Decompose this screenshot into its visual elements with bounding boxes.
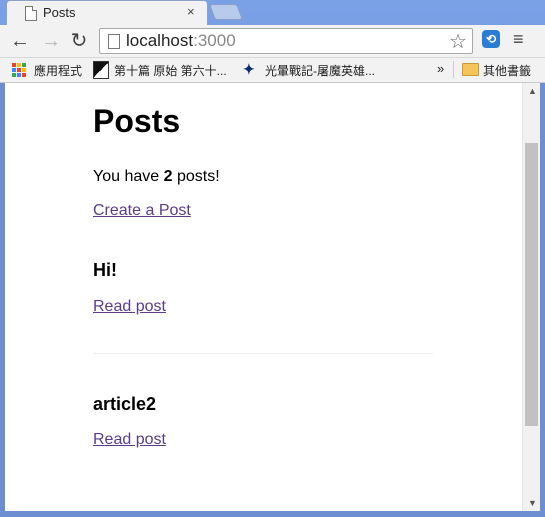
count-prefix: You have — [93, 168, 164, 185]
url-port: :3000 — [193, 31, 236, 50]
browser-tab[interactable]: Posts × — [6, 0, 208, 26]
post-title: Hi! — [93, 260, 117, 280]
folder-icon — [462, 63, 479, 76]
scroll-thumb[interactable] — [525, 143, 538, 426]
post-title: article2 — [93, 394, 157, 414]
apps-icon[interactable] — [12, 63, 26, 77]
bookmarks-bar: 應用程式 第十篇 原始 第六十... ✦ 光暈戰記-屠魔英雄... » 其他書籤 — [0, 58, 545, 83]
url-text: localhost:3000 — [126, 31, 236, 51]
forward-button[interactable]: → — [39, 29, 63, 53]
post-divider — [93, 353, 433, 354]
scroll-up-arrow-icon[interactable]: ▲ — [528, 86, 537, 96]
menu-icon[interactable]: ≡ — [513, 29, 524, 50]
bookmark-favicon-icon — [93, 61, 109, 79]
address-bar[interactable]: localhost:3000 ☆ — [99, 28, 473, 54]
browser-window: Posts × ← → ↻ localhost:3000 ☆ ⟲ ≡ 應用程式 … — [0, 0, 545, 517]
bookmark-other[interactable]: 其他書籤 — [483, 62, 531, 78]
new-tab-button[interactable] — [209, 4, 243, 20]
back-button[interactable]: ← — [8, 29, 32, 53]
post-count-line: You have 2 posts! — [93, 168, 220, 186]
close-icon[interactable]: × — [187, 4, 195, 19]
vertical-scrollbar[interactable]: ▲ ▼ — [522, 83, 541, 511]
count-suffix: posts! — [172, 168, 220, 185]
page-icon — [108, 34, 120, 49]
reload-button[interactable]: ↻ — [67, 29, 91, 53]
bookmark-favicon-icon: ✦ — [243, 61, 255, 77]
window-frame-bottom — [0, 511, 545, 517]
bookmarks-more-button[interactable]: » — [437, 61, 444, 76]
page-viewport: Posts You have 2 posts! Create a Post Hi… — [5, 83, 522, 511]
read-post-link[interactable]: Read post — [93, 431, 166, 449]
url-host: localhost — [126, 31, 194, 50]
create-post-link[interactable]: Create a Post — [93, 202, 191, 220]
star-icon[interactable]: ☆ — [449, 29, 467, 54]
read-post-link[interactable]: Read post — [93, 298, 166, 316]
page-title: Posts — [93, 103, 181, 139]
bookmark-item-2[interactable]: 光暈戰記-屠魔英雄... — [265, 62, 375, 78]
scroll-down-arrow-icon[interactable]: ▼ — [528, 498, 537, 508]
bookmarks-divider — [453, 61, 454, 78]
tab-title: Posts — [43, 5, 76, 20]
document-icon — [25, 6, 37, 21]
browser-toolbar: ← → ↻ localhost:3000 ☆ ⟲ ≡ — [0, 25, 545, 58]
bookmark-item-1[interactable]: 第十篇 原始 第六十... — [114, 62, 227, 78]
post-count: 2 — [163, 168, 173, 185]
bookmark-apps[interactable]: 應用程式 — [34, 62, 82, 78]
window-frame-right — [540, 83, 545, 517]
extension-icon[interactable]: ⟲ — [482, 30, 500, 48]
